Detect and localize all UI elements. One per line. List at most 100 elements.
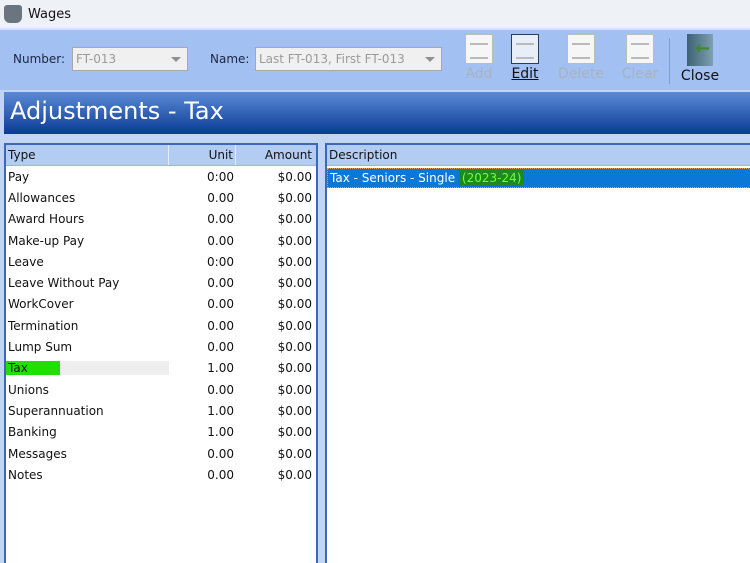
number-value: FT-013 <box>76 52 117 66</box>
edit-label: Edit <box>511 66 539 82</box>
column-type[interactable]: Type <box>6 145 169 165</box>
table-row[interactable]: Leave Without Pay 0.00 $0.00 <box>6 272 316 293</box>
unit-cell: 0.00 <box>207 212 234 227</box>
table-row[interactable]: Make-up Pay 0.00 $0.00 <box>6 230 316 251</box>
unit-cell: 0.00 <box>207 340 234 355</box>
title-bar: Wages <box>0 0 750 28</box>
unit-cell: 0.00 <box>207 446 234 461</box>
type-cell: Unions <box>8 382 49 397</box>
add-icon <box>465 34 493 64</box>
type-cell: Lump Sum <box>8 340 73 355</box>
amount-cell: $0.00 <box>277 254 312 269</box>
amount-cell: $0.00 <box>277 446 312 461</box>
table-row[interactable]: Pay 0:00 $0.00 <box>6 166 316 187</box>
type-cell: Leave Without Pay <box>8 276 120 291</box>
table-row[interactable]: Award Hours 0.00 $0.00 <box>6 209 316 230</box>
unit-cell: 0.00 <box>207 190 234 205</box>
chevron-down-icon <box>425 57 435 62</box>
unit-cell: 0.00 <box>207 276 234 291</box>
table-row[interactable]: Lump Sum 0.00 $0.00 <box>6 336 316 357</box>
amount-cell: $0.00 <box>277 297 312 312</box>
type-cell: Award Hours <box>8 212 85 227</box>
unit-cell: 0.00 <box>207 382 234 397</box>
type-cell: Termination <box>8 318 79 333</box>
description-table: Description Tax - Seniors - Single (2023… <box>325 143 750 563</box>
amount-cell: $0.00 <box>277 212 312 227</box>
edit-button[interactable]: Edit <box>503 34 547 82</box>
type-cell: Make-up Pay <box>8 233 85 248</box>
unit-cell: 0:00 <box>207 169 234 184</box>
type-cell: Leave <box>8 254 44 269</box>
delete-label: Delete <box>558 66 604 82</box>
column-amount[interactable]: Amount <box>236 145 314 165</box>
types-table-body: Pay 0:00 $0.00 Allowances 0.00 $0.00 Award Hou… <box>6 166 316 485</box>
close-label: Close <box>680 68 720 84</box>
name-label: Name: <box>210 52 250 66</box>
type-cell: Superannuation <box>8 403 104 418</box>
chevron-down-icon <box>171 57 181 62</box>
table-row[interactable]: Allowances 0.00 $0.00 <box>6 187 316 208</box>
amount-cell: $0.00 <box>277 340 312 355</box>
add-label: Add <box>465 66 493 82</box>
unit-cell: 0.00 <box>207 318 234 333</box>
add-button[interactable]: Add <box>457 34 501 82</box>
amount-cell: $0.00 <box>277 467 312 482</box>
amount-cell: $0.00 <box>277 361 312 376</box>
delete-button[interactable]: Delete <box>556 34 606 82</box>
toolbar-separator <box>669 38 670 84</box>
amount-cell: $0.00 <box>277 425 312 440</box>
amount-cell: $0.00 <box>277 382 312 397</box>
type-cell: Banking <box>8 425 57 440</box>
type-cell: Messages <box>8 446 67 461</box>
table-row[interactable]: Superannuation 1.00 $0.00 <box>6 400 316 421</box>
type-cell: Tax <box>6 361 169 376</box>
table-row[interactable]: Termination 0.00 $0.00 <box>6 315 316 336</box>
table-row[interactable]: Tax 1.00 $0.00 <box>6 358 316 379</box>
type-cell: Notes <box>8 467 43 482</box>
unit-cell: 1.00 <box>207 425 234 440</box>
clear-button[interactable]: Clear <box>618 34 662 82</box>
unit-cell: 1.00 <box>207 403 234 418</box>
table-row[interactable]: Notes 0.00 $0.00 <box>6 464 316 485</box>
table-row[interactable]: Leave 0:00 $0.00 <box>6 251 316 272</box>
table-row[interactable]: Banking 1.00 $0.00 <box>6 422 316 443</box>
description-year: (2023-24) <box>458 170 525 186</box>
window-title: Wages <box>28 6 72 22</box>
table-row[interactable]: Messages 0.00 $0.00 <box>6 443 316 464</box>
page-title: Adjustments - Tax <box>4 92 750 134</box>
description-row[interactable]: Tax - Seniors - Single (2023-24) <box>327 168 750 188</box>
type-cell: Allowances <box>8 190 76 205</box>
table-row[interactable]: Unions 0.00 $0.00 <box>6 379 316 400</box>
toolbar: Number: FT-013 Name: Last FT-013, First … <box>0 28 750 90</box>
clear-label: Clear <box>621 66 659 82</box>
table-row[interactable]: WorkCover 0.00 $0.00 <box>6 294 316 315</box>
number-label: Number: <box>13 52 66 66</box>
unit-cell: 1.00 <box>207 361 234 376</box>
delete-icon <box>567 34 595 64</box>
type-cell: Pay <box>8 169 30 184</box>
name-combo[interactable]: Last FT-013, First FT-013 <box>255 47 442 71</box>
unit-cell: 0.00 <box>207 467 234 482</box>
amount-cell: $0.00 <box>277 276 312 291</box>
amount-cell: $0.00 <box>277 318 312 333</box>
close-button[interactable]: Close <box>678 34 722 84</box>
amount-cell: $0.00 <box>277 190 312 205</box>
unit-cell: 0.00 <box>207 233 234 248</box>
amount-cell: $0.00 <box>277 233 312 248</box>
exit-door-icon <box>687 34 713 66</box>
types-table-header: Type Unit Amount <box>6 145 316 166</box>
clear-icon <box>626 34 654 64</box>
edit-icon <box>511 34 539 64</box>
description-text: Tax - Seniors - Single <box>330 171 456 185</box>
column-description[interactable]: Description <box>327 145 750 165</box>
number-combo[interactable]: FT-013 <box>72 47 188 71</box>
column-unit[interactable]: Unit <box>169 145 236 165</box>
app-icon <box>4 5 22 23</box>
amount-cell: $0.00 <box>277 403 312 418</box>
unit-cell: 0.00 <box>207 297 234 312</box>
description-table-header: Description <box>327 145 750 166</box>
amount-cell: $0.00 <box>277 169 312 184</box>
name-value: Last FT-013, First FT-013 <box>259 52 405 66</box>
types-table: Type Unit Amount Pay 0:00 $0.00 Allowances 0… <box>4 143 318 563</box>
type-cell: WorkCover <box>8 297 74 312</box>
